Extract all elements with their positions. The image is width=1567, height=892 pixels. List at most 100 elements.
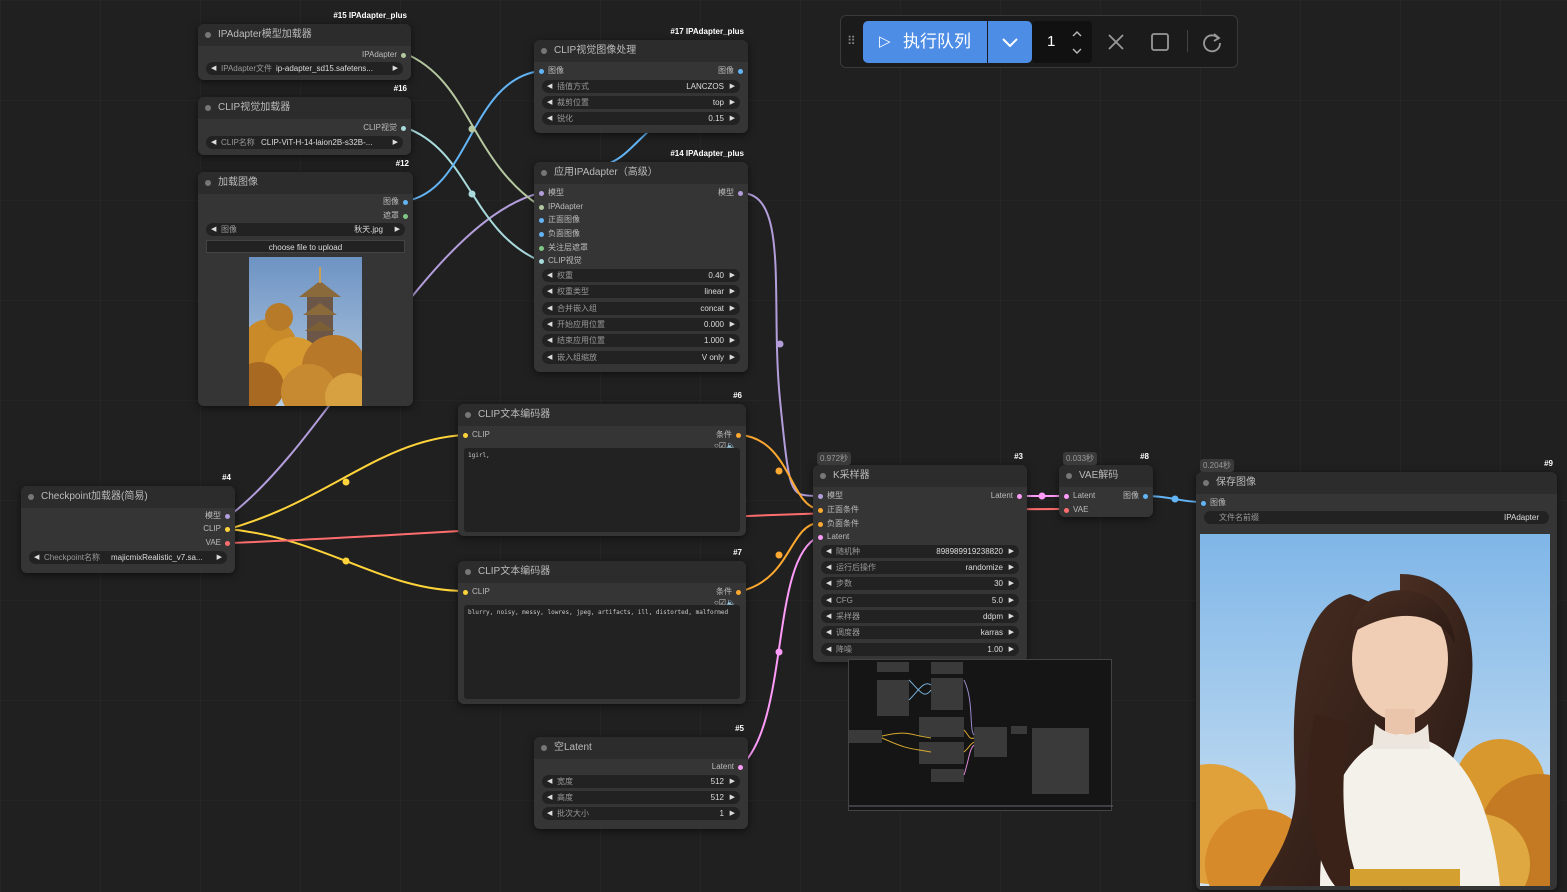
socket-icon[interactable] bbox=[818, 493, 823, 499]
arrow-right-icon[interactable]: ▶ bbox=[730, 96, 735, 109]
node-empty-latent[interactable]: #5 空Latent Latent ◀ 宽度 512 ▶ ◀ 高度 512 ▶ ◀ 批次大小 1… bbox=[534, 724, 748, 829]
collapse-dot-icon[interactable] bbox=[205, 105, 211, 111]
queue-options-button[interactable] bbox=[988, 21, 1032, 63]
node-title[interactable]: Checkpoint加载器(简易) bbox=[21, 486, 235, 508]
output-latent[interactable]: Latent bbox=[712, 762, 743, 772]
arrow-right-icon[interactable]: ▶ bbox=[730, 334, 735, 347]
output-model[interactable]: 模型 bbox=[205, 511, 230, 521]
stop-icon[interactable] bbox=[1147, 29, 1173, 55]
socket-icon[interactable] bbox=[1201, 500, 1206, 506]
socket-icon[interactable] bbox=[463, 589, 468, 595]
node-ksampler[interactable]: 0.972秒 #3 K采样器 模型 Latent 正面条件 负面条件 Laten… bbox=[813, 452, 1027, 662]
output-vae[interactable]: VAE bbox=[206, 538, 230, 548]
collapse-dot-icon[interactable] bbox=[205, 32, 211, 38]
arrow-right-icon[interactable]: ▶ bbox=[1009, 577, 1014, 590]
widget-seed[interactable]: ◀ 随机种 898989919238820 ▶ bbox=[821, 545, 1019, 558]
socket-icon[interactable] bbox=[1064, 493, 1069, 499]
socket-icon[interactable] bbox=[225, 513, 230, 519]
output-conditioning[interactable]: 条件 bbox=[716, 430, 741, 440]
node-title[interactable]: VAE解码 bbox=[1059, 465, 1153, 487]
widget-filename-prefix[interactable]: 文件名前缀 IPAdapter bbox=[1204, 511, 1549, 524]
widget-image-select[interactable]: ◀ 图像 秋天.jpg ▶ bbox=[206, 223, 405, 236]
input-clip-vision[interactable]: CLIP视觉 bbox=[539, 256, 582, 266]
arrow-left-icon[interactable]: ◀ bbox=[547, 112, 552, 125]
widget-clip-name[interactable]: ◀ CLIP名称 CLIP-ViT-H-14-laion2B-s32B-... ▶ bbox=[206, 136, 403, 149]
arrow-left-icon[interactable]: ◀ bbox=[826, 594, 831, 607]
widget-sampler[interactable]: ◀ 采样器 ddpm ▶ bbox=[821, 610, 1019, 623]
collapse-dot-icon[interactable] bbox=[205, 180, 211, 186]
arrow-left-icon[interactable]: ◀ bbox=[826, 643, 831, 656]
socket-icon[interactable] bbox=[539, 217, 544, 223]
socket-icon[interactable] bbox=[1064, 507, 1069, 513]
arrow-right-icon[interactable]: ▶ bbox=[393, 62, 398, 75]
widget-batch-size[interactable]: ◀ 批次大小 1 ▶ bbox=[542, 807, 740, 820]
arrow-right-icon[interactable]: ▶ bbox=[1009, 561, 1014, 574]
output-clip-vision[interactable]: CLIP视觉 bbox=[363, 123, 406, 133]
input-positive-image[interactable]: 正面图像 bbox=[539, 215, 580, 225]
input-vae[interactable]: VAE bbox=[1064, 505, 1088, 515]
node-title[interactable]: IPAdapter模型加载器 bbox=[198, 24, 411, 46]
batch-count-input[interactable]: 1 bbox=[1032, 21, 1092, 63]
queue-prompt-button[interactable]: ▷ 执行队列 bbox=[863, 21, 987, 63]
input-latent[interactable]: Latent bbox=[1064, 491, 1095, 501]
node-title[interactable]: 空Latent bbox=[534, 737, 748, 759]
node-ipadapter-model-loader[interactable]: #15 IPAdapter_plus IPAdapter模型加载器 IPAdap… bbox=[198, 11, 411, 80]
widget-start-at[interactable]: ◀ 开始应用位置 0.000 ▶ bbox=[542, 318, 740, 331]
widget-weight[interactable]: ◀ 权重 0.40 ▶ bbox=[542, 269, 740, 282]
prompt-textarea[interactable]: 1girl, bbox=[464, 448, 740, 532]
arrow-left-icon[interactable]: ◀ bbox=[547, 80, 552, 93]
socket-icon[interactable] bbox=[818, 534, 823, 540]
arrow-left-icon[interactable]: ◀ bbox=[547, 285, 552, 298]
input-latent[interactable]: Latent bbox=[818, 532, 849, 542]
input-model[interactable]: 模型 bbox=[539, 188, 564, 198]
output-image[interactable]: 图像 bbox=[718, 66, 743, 76]
arrow-left-icon[interactable]: ◀ bbox=[826, 626, 831, 639]
arrow-right-icon[interactable]: ▶ bbox=[730, 112, 735, 125]
socket-icon[interactable] bbox=[225, 540, 230, 546]
arrow-left-icon[interactable]: ◀ bbox=[826, 577, 831, 590]
input-attn-mask[interactable]: 关注层遮罩 bbox=[539, 243, 588, 253]
arrow-right-icon[interactable]: ▶ bbox=[1009, 626, 1014, 639]
collapse-dot-icon[interactable] bbox=[820, 473, 826, 479]
arrow-left-icon[interactable]: ◀ bbox=[547, 791, 552, 804]
socket-icon[interactable] bbox=[539, 258, 544, 264]
arrow-right-icon[interactable]: ▶ bbox=[730, 318, 735, 331]
collapse-dot-icon[interactable] bbox=[541, 745, 547, 751]
widget-embeds-scaling[interactable]: ◀ 嵌入组缩放 V only ▶ bbox=[542, 351, 740, 364]
socket-icon[interactable] bbox=[463, 432, 468, 438]
node-title[interactable]: CLIP文本编码器 bbox=[458, 404, 746, 426]
arrow-right-icon[interactable]: ▶ bbox=[730, 302, 735, 315]
widget-cfg[interactable]: ◀ CFG 5.0 ▶ bbox=[821, 594, 1019, 607]
choose-file-button[interactable]: choose file to upload bbox=[206, 240, 405, 253]
socket-icon[interactable] bbox=[818, 521, 823, 527]
close-icon[interactable] bbox=[1103, 29, 1129, 55]
socket-icon[interactable] bbox=[818, 507, 823, 513]
prompt-textarea[interactable]: blurry, noisy, messy, lowres, jpeg, arti… bbox=[464, 605, 740, 699]
arrow-left-icon[interactable]: ◀ bbox=[547, 318, 552, 331]
arrow-left-icon[interactable]: ◀ bbox=[547, 807, 552, 820]
collapse-dot-icon[interactable] bbox=[465, 569, 471, 575]
widget-combine-embeds[interactable]: ◀ 合并嵌入组 concat ▶ bbox=[542, 302, 740, 315]
widget-sharpening[interactable]: ◀ 锐化 0.15 ▶ bbox=[542, 112, 740, 125]
socket-icon[interactable] bbox=[738, 764, 743, 770]
canvas-minimap[interactable] bbox=[848, 659, 1113, 811]
arrow-right-icon[interactable]: ▶ bbox=[1009, 643, 1014, 656]
arrow-left-icon[interactable]: ◀ bbox=[547, 334, 552, 347]
socket-icon[interactable] bbox=[403, 213, 408, 219]
socket-icon[interactable] bbox=[539, 231, 544, 237]
arrow-left-icon[interactable]: ◀ bbox=[211, 62, 216, 75]
output-clip[interactable]: CLIP bbox=[203, 524, 230, 534]
arrow-right-icon[interactable]: ▶ bbox=[1009, 545, 1014, 558]
node-apply-ipadapter-advanced[interactable]: #14 IPAdapter_plus 应用IPAdapter（高级） 模型 模型… bbox=[534, 149, 748, 372]
collapse-dot-icon[interactable] bbox=[541, 170, 547, 176]
input-ipadapter[interactable]: IPAdapter bbox=[539, 202, 583, 212]
output-conditioning[interactable]: 条件 bbox=[716, 587, 741, 597]
arrow-right-icon[interactable]: ▶ bbox=[730, 285, 735, 298]
collapse-dot-icon[interactable] bbox=[465, 412, 471, 418]
node-save-image[interactable]: 0.204秒 #9 保存图像 图像 文件名前缀 IPAdapter bbox=[1196, 459, 1557, 890]
node-title[interactable]: 加载图像 bbox=[198, 172, 413, 194]
widget-weight-type[interactable]: ◀ 权重类型 linear ▶ bbox=[542, 285, 740, 298]
arrow-left-icon[interactable]: ◀ bbox=[211, 223, 216, 236]
arrow-left-icon[interactable]: ◀ bbox=[547, 302, 552, 315]
node-title[interactable]: CLIP文本编码器 bbox=[458, 561, 746, 583]
